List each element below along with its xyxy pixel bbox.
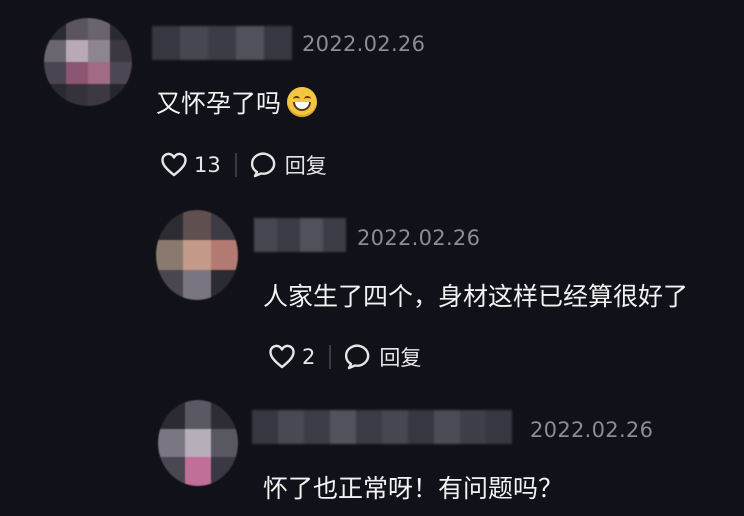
- speech-bubble-icon: [250, 152, 279, 178]
- username-blurred[interactable]: [152, 26, 292, 60]
- comment-date: 2022.02.26: [357, 226, 481, 250]
- comment-actions: 13 回复: [160, 150, 327, 180]
- like-button[interactable]: 13: [160, 152, 221, 178]
- grinning-face-emoji-icon: [287, 87, 318, 117]
- comment-text-body: 又怀孕了吗: [156, 89, 282, 118]
- comment-date: 2022.02.26: [530, 418, 654, 442]
- comment-text: 怀了也正常呀！有问题吗？: [263, 474, 564, 503]
- reply-label: 回复: [379, 346, 422, 370]
- avatar[interactable]: [44, 18, 132, 106]
- avatar[interactable]: [156, 210, 238, 300]
- comment-actions: 2 回复: [268, 342, 421, 372]
- reply-button[interactable]: 回复: [345, 342, 421, 372]
- comment-text: 人家生了四个，身材这样已经算很好了: [263, 282, 689, 311]
- divider: [234, 153, 237, 177]
- like-count: 2: [302, 345, 316, 369]
- reply-button[interactable]: 回复: [250, 150, 327, 180]
- heart-icon: [160, 152, 188, 178]
- divider: [329, 345, 332, 369]
- like-count: 13: [194, 153, 221, 177]
- heart-icon: [268, 344, 296, 370]
- speech-bubble-icon: [345, 344, 373, 370]
- comment-text: 又怀孕了吗: [156, 84, 318, 120]
- comment-date: 2022.02.26: [302, 32, 426, 56]
- like-button[interactable]: 2: [268, 344, 315, 370]
- username-blurred[interactable]: [252, 410, 512, 444]
- reply-label: 回复: [284, 154, 327, 178]
- username-blurred[interactable]: [254, 218, 346, 252]
- avatar[interactable]: [158, 400, 238, 486]
